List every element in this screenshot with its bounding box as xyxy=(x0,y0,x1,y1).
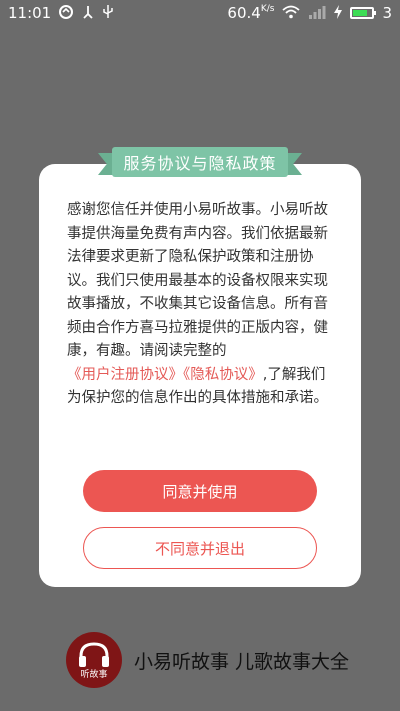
user-agreement-link[interactable]: 《用户注册协议》 xyxy=(67,367,183,383)
status-left: 11:01 xyxy=(8,4,113,22)
network-speed: 60.4K/s xyxy=(227,4,275,22)
app-branding: 听故事 小易听故事 儿歌故事大全 xyxy=(66,632,349,688)
signal-icon xyxy=(308,5,326,22)
sync-icon xyxy=(59,4,74,22)
agree-button[interactable]: 同意并使用 xyxy=(83,470,317,512)
usb-debug-icon xyxy=(81,5,95,22)
app-name: 小易听故事 儿歌故事大全 xyxy=(134,650,350,673)
wifi-icon xyxy=(282,5,301,22)
status-right: 60.4K/s 3 xyxy=(227,4,392,22)
dialog-title-ribbon: 服务协议与隐私政策 xyxy=(98,147,302,177)
usb-icon xyxy=(103,4,113,22)
dialog-title: 服务协议与隐私政策 xyxy=(112,147,288,177)
privacy-dialog: 服务协议与隐私政策 感谢您信任并使用小易听故事。小易听故事提供海量免费有声内容。… xyxy=(39,147,361,587)
logo-text: 听故事 xyxy=(80,670,108,680)
status-time: 11:01 xyxy=(8,4,52,22)
battery-fill xyxy=(353,10,367,16)
privacy-policy-link[interactable]: 《隐私协议》 xyxy=(183,367,263,383)
exit-button[interactable]: 不同意并退出 xyxy=(83,527,317,569)
status-bar: 11:01 60.4K/s 3 xyxy=(0,0,400,26)
dialog-body: 感谢您信任并使用小易听故事。小易听故事提供海量免费有声内容。我们依据最新法律要求… xyxy=(67,199,337,411)
body-text: 感谢您信任并使用小易听故事。小易听故事提供海量免费有声内容。我们依据最新法律要求… xyxy=(67,202,328,359)
charging-icon xyxy=(334,4,343,22)
app-logo: 听故事 xyxy=(66,632,122,688)
battery-level: 3 xyxy=(382,4,392,22)
headphones-icon xyxy=(79,642,109,667)
battery-icon xyxy=(350,7,377,19)
